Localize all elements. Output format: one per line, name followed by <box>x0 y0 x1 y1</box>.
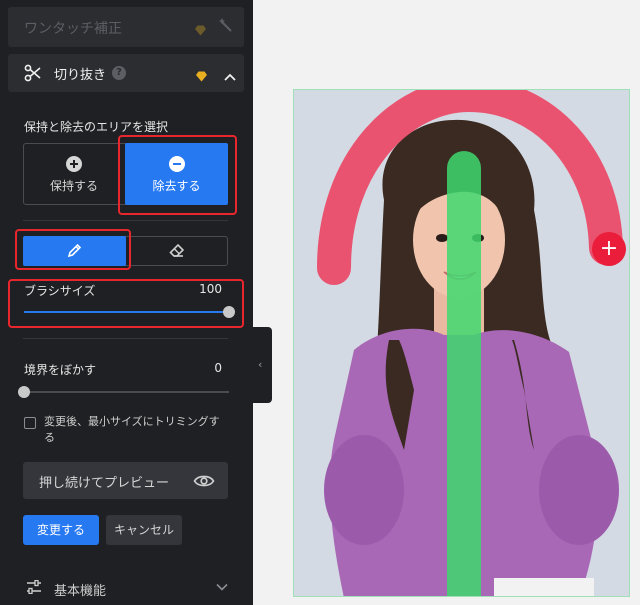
chevron-up-icon[interactable] <box>224 67 236 86</box>
left-eye <box>436 234 448 242</box>
add-point-button[interactable]: + <box>592 232 626 266</box>
divider <box>23 338 228 339</box>
diamond-icon <box>194 21 207 40</box>
scissors-icon <box>24 64 42 86</box>
eraser-tool-button[interactable] <box>126 236 228 266</box>
sliders-icon <box>27 580 41 594</box>
basic-features-label: 基本機能 <box>54 584 107 599</box>
cutout-title: 切り抜き <box>54 68 107 83</box>
basic-features-row[interactable]: 基本機能 <box>8 570 244 605</box>
one-touch-label: ワンタッチ補正 <box>24 21 122 37</box>
collapse-sidebar-handle[interactable]: ‹ <box>253 327 272 403</box>
plus-circle-icon <box>66 156 82 172</box>
select-area-label: 保持と除去のエリアを選択 <box>24 120 169 134</box>
feather-value: 0 <box>214 361 222 375</box>
chevron-left-icon: ‹ <box>258 358 263 371</box>
divider <box>23 220 228 221</box>
chevron-down-icon <box>216 583 228 591</box>
trim-checkbox-label: 変更後、最小サイズにトリミングする <box>44 415 220 444</box>
trim-checkbox[interactable] <box>24 417 36 429</box>
eraser-icon <box>169 243 185 257</box>
magic-wand-icon <box>218 18 234 38</box>
help-icon[interactable]: ? <box>112 66 126 80</box>
feather-label: 境界をぼかす <box>24 363 97 377</box>
highlight-brush-size <box>8 279 244 328</box>
highlight-remove-button <box>118 135 237 215</box>
eye-icon <box>193 475 215 487</box>
left-sleeve <box>324 435 404 545</box>
cutout-section-header[interactable]: 切り抜き ? <box>8 54 244 92</box>
highlight-pen-tool <box>15 229 131 270</box>
cancel-button[interactable]: キャンセル <box>106 515 182 545</box>
keep-label: 保持する <box>49 179 98 193</box>
keep-button[interactable]: 保持する <box>23 143 125 205</box>
apply-button[interactable]: 変更する <box>23 515 99 545</box>
feather-thumb[interactable] <box>18 386 30 398</box>
photo <box>294 90 629 596</box>
one-touch-row[interactable]: ワンタッチ補正 <box>8 7 244 47</box>
image-canvas[interactable] <box>293 89 630 597</box>
diamond-icon <box>195 67 208 86</box>
preview-label: 押し続けてプレビュー <box>39 476 170 491</box>
feather-slider[interactable] <box>18 386 229 398</box>
preview-button[interactable]: 押し続けてプレビュー <box>23 462 228 499</box>
right-sleeve <box>539 435 619 545</box>
white-top <box>494 578 594 596</box>
